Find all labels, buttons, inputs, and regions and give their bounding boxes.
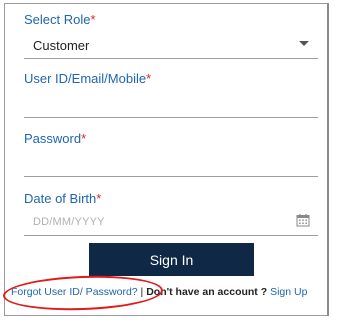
userid-input[interactable] — [24, 90, 318, 116]
calendar-icon[interactable] — [296, 213, 310, 227]
dob-label: Date of Birth* — [24, 191, 102, 206]
footer-separator: | — [137, 286, 147, 298]
password-underline — [24, 176, 318, 177]
sign-up-link[interactable]: Sign Up — [270, 286, 307, 298]
forgot-credentials-link[interactable]: Forgot User ID/ Password? — [11, 286, 138, 298]
dob-placeholder: DD/MM/YYYY — [33, 216, 105, 228]
role-select-value: Customer — [33, 38, 90, 53]
footer-links: Forgot User ID/ Password? | Don't have a… — [11, 286, 307, 298]
dob-underline — [24, 235, 318, 236]
password-label: Password* — [24, 131, 87, 146]
role-underline — [24, 58, 318, 59]
userid-underline — [24, 117, 318, 118]
userid-label: User ID/Email/Mobile* — [24, 71, 152, 86]
select-role-label: Select Role* — [24, 12, 96, 27]
no-account-text: Don't have an account ? — [146, 286, 268, 298]
sign-in-button[interactable]: Sign In — [89, 243, 254, 276]
password-input[interactable] — [24, 150, 318, 176]
chevron-down-icon — [299, 41, 309, 46]
